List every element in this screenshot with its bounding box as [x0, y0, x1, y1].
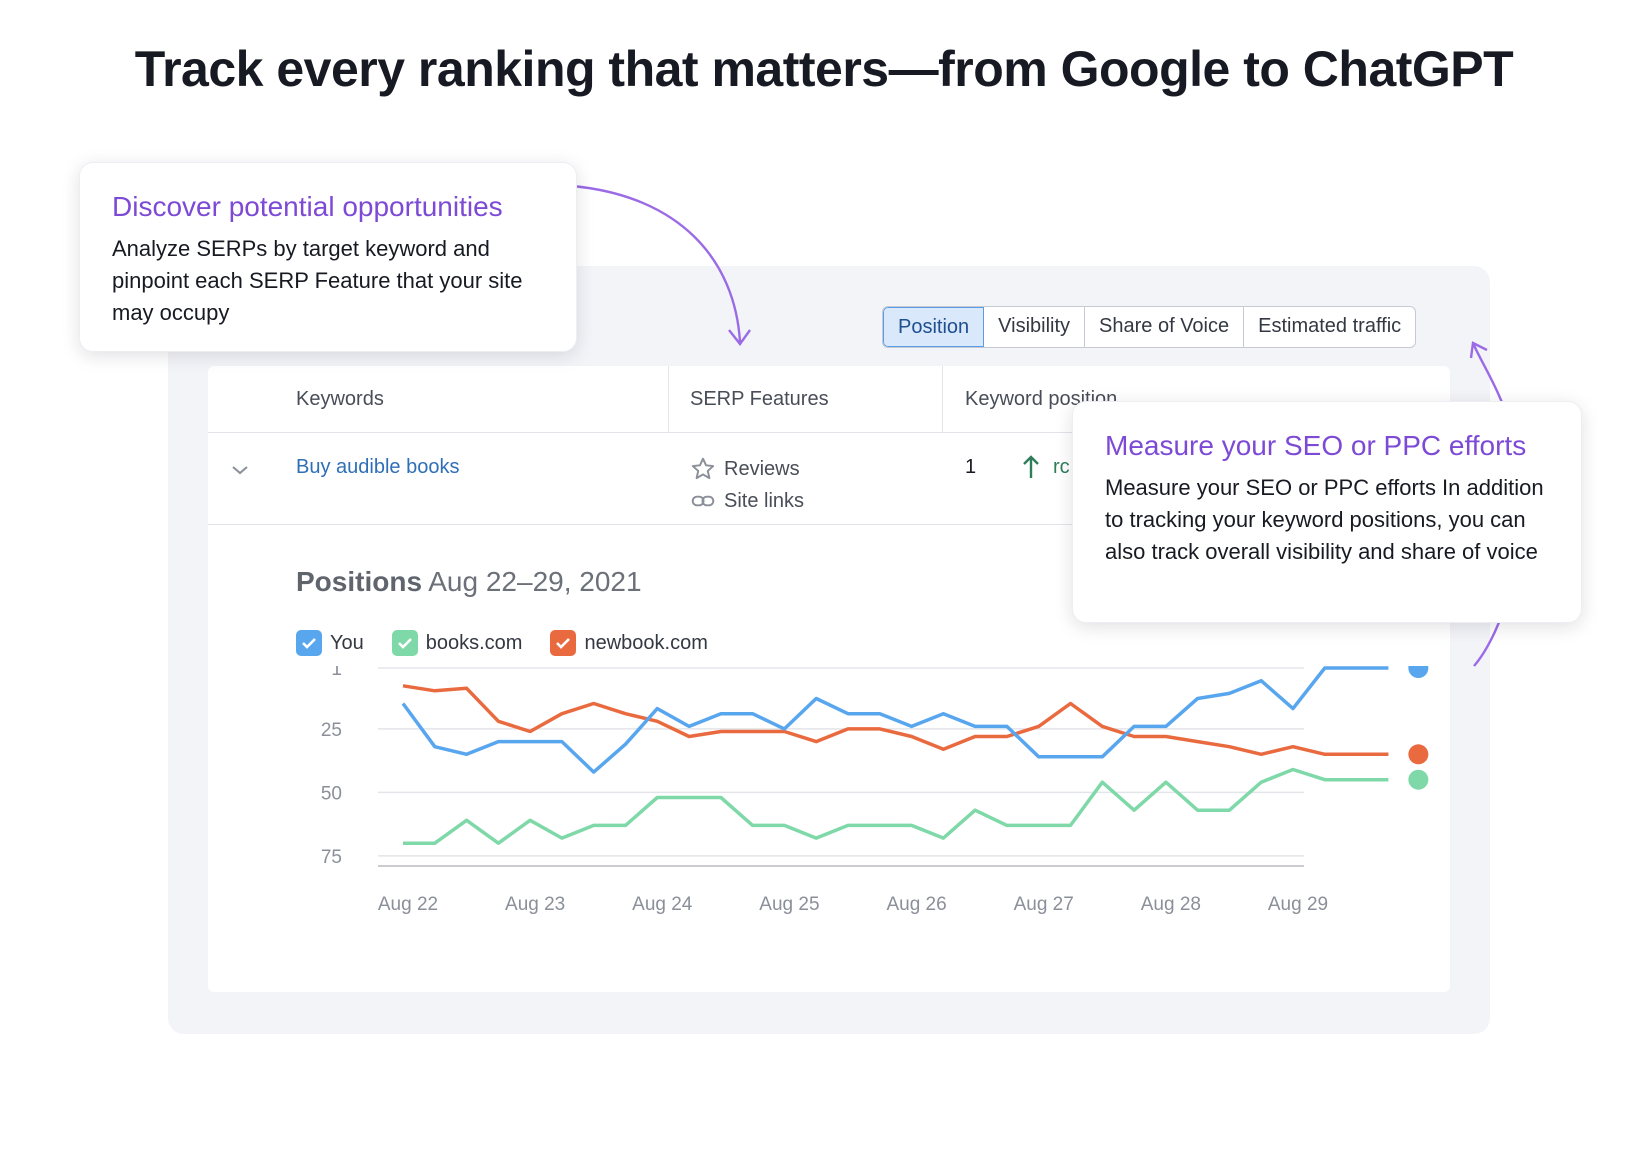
- column-header-serp-features[interactable]: SERP Features: [690, 388, 829, 411]
- legend-label: You: [330, 631, 364, 654]
- callout-body: Measure your SEO or PPC efforts In addit…: [1105, 475, 1544, 564]
- y-tick-label: 75: [321, 847, 342, 868]
- keyword-position-value: 1: [965, 456, 977, 478]
- x-tick-label: Aug 28: [1141, 894, 1201, 915]
- link-icon: [691, 495, 715, 507]
- x-tick-label: Aug 23: [505, 894, 565, 915]
- x-tick-label: Aug 26: [886, 894, 946, 915]
- chevron-down-icon[interactable]: [228, 458, 252, 482]
- chart-date-range: Aug 22–29, 2021: [428, 566, 642, 597]
- x-tick-label: Aug 24: [632, 894, 693, 915]
- tab-share-of-voice[interactable]: Share of Voice: [1085, 307, 1245, 347]
- column-header-keywords[interactable]: Keywords: [296, 388, 384, 411]
- x-tick-label: Aug 27: [1014, 894, 1074, 915]
- legend-item-you[interactable]: You: [296, 630, 364, 656]
- y-tick-label: 50: [321, 783, 342, 804]
- y-tick-label: 25: [321, 720, 342, 741]
- callout-discover-opportunities: Discover potential opportunities Analyze…: [79, 162, 577, 352]
- x-tick-label: Aug 25: [759, 894, 819, 915]
- checkbox-checked-icon[interactable]: [391, 630, 418, 656]
- legend-item-newbook[interactable]: newbook.com: [550, 630, 708, 656]
- keyword-link[interactable]: Buy audible books: [296, 456, 459, 479]
- callout-measure-efforts: Measure your SEO or PPC efforts Measure …: [1072, 401, 1582, 623]
- chart-title-label: Positions: [296, 566, 423, 597]
- y-tick-label: 1: [331, 666, 342, 680]
- positions-chart: 1 25 50 75 Aug 22 Aug 23 Aug 24 Aug 25 Aug 26 Aug…: [321, 666, 1429, 915]
- callout-title: Measure your SEO or PPC efforts: [1105, 430, 1527, 461]
- series-endpoint-books-com: [1408, 769, 1429, 790]
- checkbox-checked-icon[interactable]: [550, 630, 577, 656]
- chart-title: Positions Aug 22–29, 2021: [296, 566, 642, 598]
- star-outline-icon: [691, 457, 715, 480]
- series-line-books-com: [403, 767, 1389, 845]
- tab-visibility[interactable]: Visibility: [984, 307, 1086, 347]
- serp-feature-label: Site links: [724, 489, 805, 512]
- page-headline: Track every ranking that matters—from Go…: [134, 41, 1514, 97]
- series-endpoint-you: [1408, 666, 1429, 678]
- serp-feature-label: Reviews: [724, 457, 800, 480]
- checkbox-checked-icon[interactable]: [296, 630, 322, 656]
- legend-item-books[interactable]: books.com: [391, 630, 523, 656]
- series-endpoint-newbook-com: [1408, 744, 1429, 765]
- x-tick-label: Aug 22: [378, 894, 438, 915]
- legend-label: books.com: [425, 631, 523, 654]
- serp-feature-site-links: Site links: [690, 488, 804, 514]
- callout-body: Analyze SERPs by target keyword and pinp…: [112, 236, 523, 325]
- x-tick-label: Aug 29: [1268, 894, 1328, 915]
- metric-tabs: Position Visibility Share of Voice Estim…: [882, 306, 1417, 348]
- legend-label: newbook.com: [584, 631, 708, 654]
- arrow-up-icon: [1020, 454, 1042, 485]
- serp-feature-reviews: Reviews: [690, 456, 800, 482]
- callout-title: Discover potential opportunities: [112, 191, 503, 222]
- position-change-text: rc: [1053, 456, 1070, 478]
- column-divider: [942, 366, 943, 432]
- tab-estimated-traffic[interactable]: Estimated traffic: [1244, 307, 1415, 347]
- column-divider: [668, 366, 669, 432]
- tab-position[interactable]: Position: [883, 307, 985, 347]
- chart-legend: You books.com newbook.com: [296, 630, 708, 656]
